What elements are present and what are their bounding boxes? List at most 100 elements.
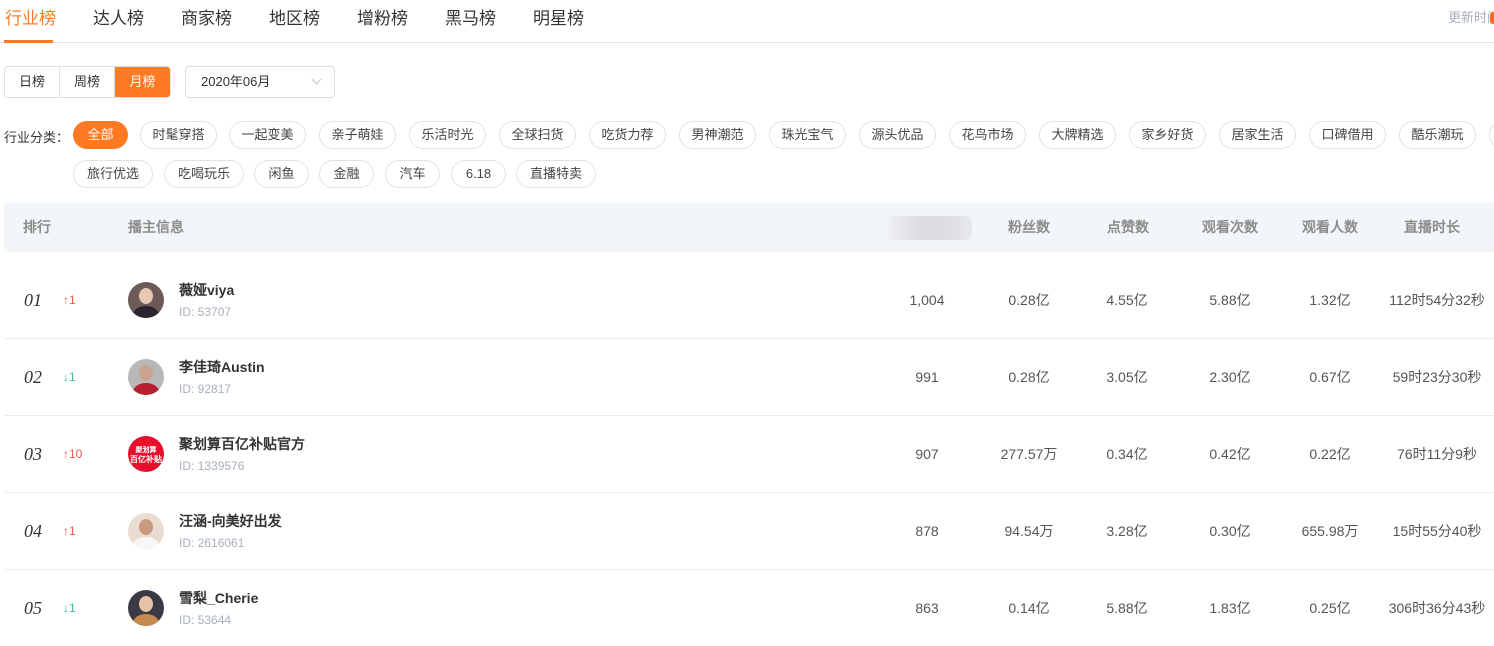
category-chip[interactable]: 全球扫货 (499, 121, 576, 149)
table-row[interactable]: 05 ↓1 雪梨_Cherie ID: 53644 863 0.14亿 5.88亿 1.83… (4, 570, 1494, 646)
rank-change-up: ↑10 (63, 447, 83, 461)
category-chip[interactable]: 居家生活 (1219, 121, 1296, 149)
table-row[interactable]: 03 ↑10 聚划算 百亿补贴 聚划算百亿补贴官方 ID: 1339576 907 277… (4, 416, 1494, 493)
cell-viewers: 0.67亿 (1309, 369, 1351, 385)
category-chip[interactable]: 金融 (319, 160, 374, 188)
cell-views: 2.30亿 (1209, 369, 1251, 385)
avatar[interactable] (128, 590, 164, 626)
category-chip[interactable]: 吃货力荐 (589, 121, 666, 149)
chevron-down-icon (311, 74, 322, 85)
header-rank: 排行 (23, 219, 51, 235)
category-chip[interactable]: 汽车 (385, 160, 440, 188)
rank-change-up: ↑1 (63, 293, 76, 307)
tab-fan-growth[interactable]: 增粉榜 (357, 4, 408, 29)
category-chip[interactable]: 时髦穿搭 (140, 121, 217, 149)
category-chip[interactable]: 吃喝玩乐 (164, 160, 244, 188)
category-chip[interactable]: 家乡好货 (1129, 121, 1206, 149)
category-chip[interactable]: 直播特卖 (516, 160, 596, 188)
cell-score: 991 (915, 369, 939, 385)
category-chip[interactable]: 男神潮范 (679, 121, 756, 149)
cell-viewers: 655.98万 (1301, 523, 1359, 539)
rank-number: 01 (24, 290, 42, 310)
category-chip[interactable]: 珠光宝气 (769, 121, 846, 149)
anchor-id: ID: 1339576 (179, 459, 245, 473)
cell-fans: 0.28亿 (1008, 369, 1050, 385)
period-daily[interactable]: 日榜 (5, 67, 60, 97)
cell-score: 907 (915, 446, 939, 462)
cell-score: 878 (915, 523, 939, 539)
cell-views: 1.83亿 (1209, 600, 1251, 616)
category-chip[interactable]: 源头优品 (859, 121, 936, 149)
tab-region[interactable]: 地区榜 (269, 4, 320, 29)
header-fans[interactable]: 粉丝数 (999, 203, 1059, 252)
header-likes[interactable]: 点赞数 (1098, 203, 1158, 252)
category-chip[interactable]: 乐活时光 (409, 121, 486, 149)
category-chip[interactable]: 口碑借用 (1309, 121, 1386, 149)
anchor-name[interactable]: 汪涵-向美好出发 (179, 511, 282, 531)
table-header: 排行 播主信息 粉丝数 点赞数 观看次数 观看人数 直播时长 (4, 203, 1494, 252)
period-monthly[interactable]: 月榜 (115, 67, 170, 97)
top-nav: 行业榜 达人榜 商家榜 地区榜 增粉榜 黑马榜 明星榜 更新时间 (0, 0, 1494, 43)
cell-duration: 76时11分9秒 (1397, 446, 1477, 462)
avatar-face-icon (139, 288, 153, 304)
cell-fans: 0.14亿 (1008, 600, 1050, 616)
category-chip[interactable]: 酷乐潮玩 (1399, 121, 1476, 149)
cell-score: 1,004 (909, 292, 945, 308)
category-chip[interactable]: 一起变美 (229, 121, 306, 149)
category-chip[interactable]: 旅行优选 (73, 160, 153, 188)
header-duration[interactable]: 直播时长 (1392, 203, 1472, 252)
category-label: 行业分类： (4, 130, 70, 145)
cell-viewers: 0.25亿 (1309, 600, 1351, 616)
avatar-brand-text-1: 聚划算 (135, 447, 157, 454)
anchor-name[interactable]: 李佳琦Austin (179, 357, 265, 377)
header-views[interactable]: 观看次数 (1190, 203, 1270, 252)
header-anchor: 播主信息 (128, 219, 184, 235)
rank-change-down: ↓1 (63, 370, 76, 384)
tab-industry[interactable]: 行业榜 (5, 4, 56, 29)
category-chip[interactable]: 大牌精选 (1039, 121, 1116, 149)
avatar[interactable] (128, 513, 164, 549)
category-chip-overflow[interactable] (1489, 121, 1494, 149)
cell-views: 0.42亿 (1209, 446, 1251, 462)
anchor-name[interactable]: 聚划算百亿补贴官方 (179, 434, 305, 454)
category-chip[interactable]: 亲子萌娃 (319, 121, 396, 149)
avatar-body-icon (133, 306, 159, 318)
header-viewers[interactable]: 观看人数 (1290, 203, 1370, 252)
table-row[interactable]: 04 ↑1 汪涵-向美好出发 ID: 2616061 878 94.54万 3.28亿 0.… (4, 493, 1494, 570)
rank-change-up: ↑1 (63, 524, 76, 538)
cell-viewers: 0.22亿 (1309, 446, 1351, 462)
category-chip[interactable]: 全部 (73, 121, 128, 149)
blurred-header (888, 216, 972, 240)
tab-dark-horse[interactable]: 黑马榜 (445, 4, 496, 29)
month-select-value: 2020年06月 (201, 74, 271, 89)
anchor-name[interactable]: 雪梨_Cherie (179, 588, 258, 608)
cell-fans: 277.57万 (1000, 446, 1058, 462)
cell-viewers: 1.32亿 (1309, 292, 1351, 308)
update-time-label: 更新时间 (1448, 10, 1494, 25)
tab-merchant[interactable]: 商家榜 (181, 4, 232, 29)
avatar-brand-text-2: 百亿补贴 (130, 455, 162, 464)
cell-duration: 59时23分30秒 (1392, 369, 1482, 385)
avatar[interactable] (128, 359, 164, 395)
avatar[interactable] (128, 282, 164, 318)
category-chip[interactable]: 6.18 (451, 160, 506, 188)
tab-celebrity[interactable]: 明星榜 (533, 4, 584, 29)
table-row[interactable]: 01 ↑1 薇娅viya ID: 53707 1,004 0.28亿 4.55亿 5.88亿… (4, 262, 1494, 339)
category-chip[interactable]: 闲鱼 (254, 160, 309, 188)
month-select[interactable]: 2020年06月 (185, 66, 335, 98)
tab-influencer[interactable]: 达人榜 (93, 4, 144, 29)
rank-change-down: ↓1 (63, 601, 76, 615)
avatar-face-icon (139, 596, 153, 612)
period-weekly[interactable]: 周榜 (60, 67, 115, 97)
anchor-name[interactable]: 薇娅viya (179, 280, 234, 300)
category-chip[interactable]: 花鸟市场 (949, 121, 1026, 149)
cell-likes: 3.28亿 (1106, 523, 1148, 539)
cell-likes: 4.55亿 (1106, 292, 1148, 308)
rank-number: 02 (24, 367, 42, 387)
anchor-id: ID: 2616061 (179, 536, 245, 550)
avatar-face-icon (139, 519, 153, 535)
avatar-body-icon (133, 537, 159, 549)
table-row[interactable]: 02 ↓1 李佳琦Austin ID: 92817 991 0.28亿 3.05亿 2.30… (4, 339, 1494, 416)
avatar[interactable]: 聚划算 百亿补贴 (128, 436, 164, 472)
cell-likes: 5.88亿 (1106, 600, 1148, 616)
